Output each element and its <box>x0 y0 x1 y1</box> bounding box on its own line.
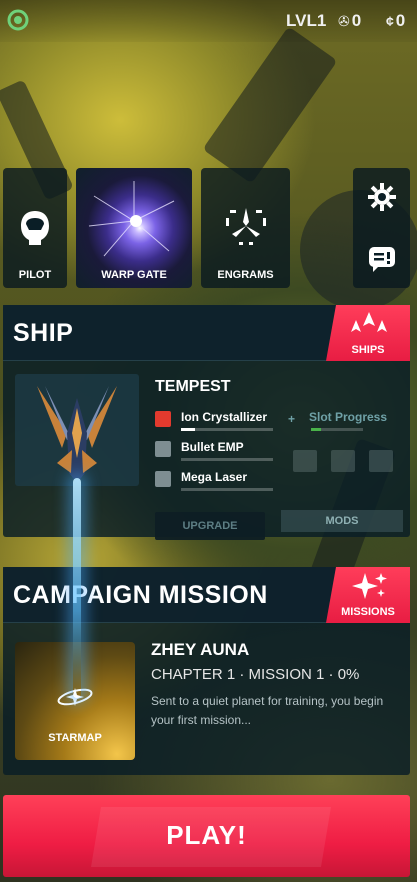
ship-thruster-beam <box>73 478 81 698</box>
ship-preview[interactable] <box>15 374 139 486</box>
campaign-panel: CAMPAIGN MISSION MISSIONS STARMAP ZHEY A… <box>3 567 410 775</box>
weapon-progress-bar <box>181 428 273 431</box>
gems-value: 0 <box>351 11 362 30</box>
gem-icon: ✇ <box>338 13 350 29</box>
game-logo-icon[interactable] <box>6 8 30 32</box>
campaign-panel-header: CAMPAIGN MISSION MISSIONS <box>3 567 410 623</box>
weapon-slot-1[interactable]: Ion Crystallizer <box>155 409 285 431</box>
play-button[interactable]: PLAY! <box>3 795 410 877</box>
gear-icon[interactable] <box>367 182 397 212</box>
missions-button-label: MISSIONS <box>341 606 395 618</box>
pilot-label: PILOT <box>18 269 52 281</box>
weapon-name: Mega Laser <box>181 470 248 484</box>
mods-button[interactable]: MODS <box>281 510 403 532</box>
upgrade-button[interactable]: UPGRADE <box>155 512 265 540</box>
credits-counter[interactable]: ¢ 0 <box>386 11 405 31</box>
ion-crystallizer-icon <box>155 411 171 427</box>
engrams-tile[interactable]: ENGRAMS <box>201 168 290 288</box>
slot-progress-fill <box>311 428 322 431</box>
warp-gate-tile[interactable]: WARP GATE <box>76 168 192 288</box>
campaign-body: STARMAP ZHEY AUNA CHAPTER 1 · MISSION 1 … <box>3 624 410 774</box>
warp-gate-label: WARP GATE <box>101 269 167 281</box>
side-menu-tile <box>353 168 410 288</box>
mod-slot-locked[interactable] <box>331 450 355 472</box>
weapon-slot-2[interactable]: Bullet EMP <box>155 439 285 461</box>
weapon-name: Bullet EMP <box>181 440 244 454</box>
gems-counter[interactable]: ✇ 0 <box>338 11 361 31</box>
missions-button[interactable]: MISSIONS <box>326 567 410 623</box>
ship-panel-header: SHIP SHIPS <box>3 305 410 361</box>
missions-icon <box>352 573 387 599</box>
starmap-label: STARMAP <box>48 732 102 744</box>
messages-icon[interactable] <box>367 244 397 274</box>
slot-progress-bar <box>311 428 363 431</box>
ships-button-label: SHIPS <box>351 344 385 356</box>
campaign-panel-title: CAMPAIGN MISSION <box>13 581 268 609</box>
credits-value: 0 <box>395 11 406 30</box>
ships-button[interactable]: SHIPS <box>326 305 410 361</box>
background-structure <box>202 26 338 184</box>
ship-name: TEMPEST <box>155 378 231 395</box>
ship-panel-title: SHIP <box>13 319 74 347</box>
mission-chapter: CHAPTER 1 · MISSION 1 · 0% <box>151 666 360 683</box>
ship-panel: SHIP SHIPS TEMPEST Ion Crystallizer Bull… <box>3 305 410 540</box>
warp-gate-icon <box>88 181 175 257</box>
slot-progress-label: Slot Progress <box>309 410 388 424</box>
weapon-progress-fill <box>181 428 195 431</box>
mission-name: ZHEY AUNA <box>151 640 250 659</box>
ship-body: TEMPEST Ion Crystallizer Bullet EMP Mega… <box>3 362 410 540</box>
ships-icon <box>351 312 387 332</box>
pilot-helmet-icon <box>21 211 49 245</box>
mission-description: Sent to a quiet planet for training, you… <box>151 694 384 727</box>
locked-weapon-icon <box>155 471 171 487</box>
engrams-label: ENGRAMS <box>217 269 274 281</box>
weapon-progress-bar <box>181 458 273 461</box>
locked-weapon-icon <box>155 441 171 457</box>
credit-icon: ¢ <box>386 13 394 29</box>
weapon-name: Ion Crystallizer <box>181 410 268 424</box>
top-bar: LVL1 ✇ 0 ¢ 0 <box>0 0 417 42</box>
weapon-slot-3[interactable]: Mega Laser <box>155 469 285 491</box>
pilot-tile[interactable]: PILOT <box>3 168 67 288</box>
mod-slot-locked[interactable] <box>293 450 317 472</box>
plus-icon: + <box>288 412 296 426</box>
play-button-label: PLAY! <box>166 820 247 850</box>
weapon-progress-bar <box>181 488 273 491</box>
ship-tempest-image <box>37 386 117 483</box>
engrams-icon <box>225 208 266 245</box>
mod-slot-locked[interactable] <box>369 450 393 472</box>
player-level: LVL1 <box>286 11 327 30</box>
